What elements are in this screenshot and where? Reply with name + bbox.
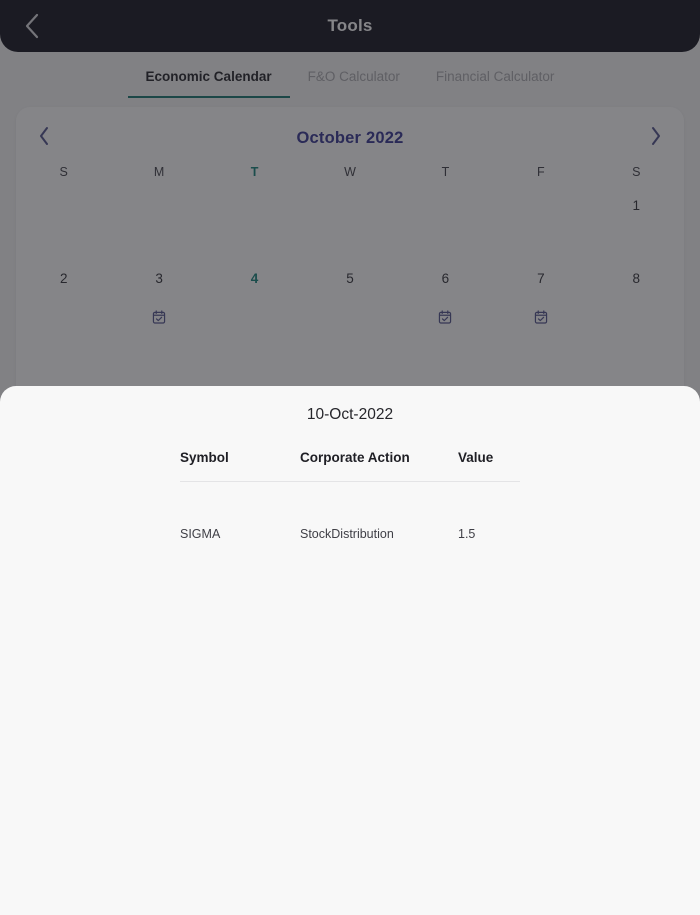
corporate-action-bottom-sheet: 10-Oct-2022 Symbol Corporate Action Valu… (0, 386, 700, 915)
table-row[interactable]: SIGMA StockDistribution 1.5 (180, 508, 520, 541)
column-header-symbol: Symbol (180, 450, 229, 465)
column-header-corporate-action: Corporate Action (300, 450, 410, 465)
column-header-value: Value (458, 450, 494, 465)
cell-value: 1.5 (458, 527, 476, 541)
table-divider (180, 481, 520, 482)
corporate-action-table-body: SIGMA StockDistribution 1.5 (180, 508, 520, 541)
cell-corporate-action: StockDistribution (300, 527, 394, 541)
table-header-row: Symbol Corporate Action Value (180, 450, 520, 481)
cell-symbol: SIGMA (180, 527, 221, 541)
sheet-date-title: 10-Oct-2022 (306, 406, 394, 423)
corporate-action-table: Symbol Corporate Action Value (180, 450, 520, 481)
